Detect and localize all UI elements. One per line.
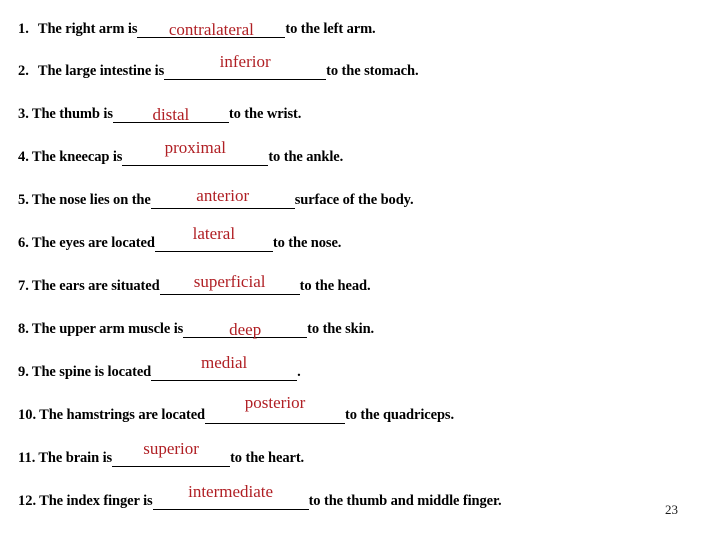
question-prefix-text: The large intestine is xyxy=(37,63,165,79)
question-line: 8. The upper arm muscle is deep to the ski… xyxy=(18,320,374,338)
answer-text: contralateral xyxy=(168,20,254,39)
answer-text: posterior xyxy=(244,393,306,412)
answer-text: medial xyxy=(200,353,248,372)
question-number: 10. xyxy=(18,407,37,423)
answer-blank[interactable]: intermediate xyxy=(152,483,309,510)
question-line: 10. The hamstrings are located posterior t… xyxy=(18,394,454,424)
question-suffix-text: surface of the body. xyxy=(294,192,414,208)
answer-blank[interactable]: anterior xyxy=(150,187,295,209)
question-prefix-text: The spine is located xyxy=(31,364,152,380)
answer-text: proximal xyxy=(164,138,227,157)
question-number: 11. xyxy=(18,450,36,466)
question-suffix-text: to the heart. xyxy=(230,450,305,466)
answer-text: distal xyxy=(152,105,190,124)
question-prefix-text: The ears are situated xyxy=(31,278,160,294)
answer-blank[interactable]: posterior xyxy=(205,394,346,424)
question-prefix-text: The kneecap is xyxy=(31,149,123,165)
question-row: 12. The index finger is intermediate to t… xyxy=(0,476,720,510)
answer-blank[interactable]: superior xyxy=(112,440,231,467)
question-line: 9. The spine is located medial. xyxy=(18,354,301,381)
answer-text: intermediate xyxy=(188,482,274,501)
question-line: 3. The thumb is distal to the wrist. xyxy=(18,105,301,123)
worksheet-page: 1. The right arm is contralateral to the … xyxy=(0,0,720,540)
question-prefix-text: The index finger is xyxy=(39,493,153,509)
answer-text: inferior xyxy=(219,52,271,71)
question-row: 3. The thumb is distal to the wrist. xyxy=(0,89,720,123)
answer-blank[interactable]: inferior xyxy=(164,53,327,80)
question-number: 4. xyxy=(18,149,29,165)
answer-text: superficial xyxy=(193,272,266,291)
question-row: 5. The nose lies on the anterior surface o… xyxy=(0,175,720,209)
question-number: 2. xyxy=(18,63,29,79)
question-number: 1. xyxy=(18,21,29,37)
question-number: 6. xyxy=(18,235,29,251)
question-number: 5. xyxy=(18,192,29,208)
question-prefix-text: The eyes are located xyxy=(31,235,155,251)
question-line: 7. The ears are situated superficial to th… xyxy=(18,273,371,295)
question-suffix-text: to the wrist. xyxy=(228,106,302,122)
answer-text: lateral xyxy=(192,224,236,243)
question-prefix-text: The upper arm muscle is xyxy=(31,321,184,337)
answer-blank[interactable]: proximal xyxy=(122,139,269,166)
answer-blank[interactable]: contralateral xyxy=(137,20,286,39)
answer-blank[interactable]: medial xyxy=(151,354,298,381)
question-suffix-text: to the ankle. xyxy=(268,149,344,165)
question-row: 8. The upper arm muscle is deep to the ski… xyxy=(0,304,720,338)
question-suffix-text: to the stomach. xyxy=(326,63,419,79)
question-row: 10. The hamstrings are located posterior t… xyxy=(0,390,720,424)
page-number: 23 xyxy=(665,502,678,517)
question-prefix-text: The right arm is xyxy=(37,21,138,37)
question-number: 8. xyxy=(18,321,29,337)
answer-blank[interactable]: superficial xyxy=(159,273,300,295)
question-row: 7. The ears are situated superficial to th… xyxy=(0,261,720,295)
question-suffix-text: to the left arm. xyxy=(285,21,376,37)
question-line: 11. The brain is superior to the heart. xyxy=(18,440,305,467)
question-suffix-text: to the quadriceps. xyxy=(345,407,454,423)
question-suffix-text: to the thumb and middle finger. xyxy=(308,493,502,509)
question-prefix-text: The hamstrings are located xyxy=(39,407,206,423)
question-line: 1. The right arm is contralateral to the … xyxy=(18,20,376,38)
question-row: 6. The eyes are located lateral to the nose… xyxy=(0,218,720,252)
question-line: 2. The large intestine is inferior to the… xyxy=(18,53,419,80)
question-row: 4. The kneecap is proximal to the ankle. xyxy=(0,132,720,166)
answer-blank[interactable]: lateral xyxy=(154,225,273,252)
question-suffix-text: to the skin. xyxy=(307,321,375,337)
question-row: 1. The right arm is contralateral to the … xyxy=(0,4,720,38)
question-suffix-text: . xyxy=(297,364,301,380)
question-prefix-text: The nose lies on the xyxy=(31,192,151,208)
question-number: 3. xyxy=(18,106,29,122)
answer-blank[interactable]: distal xyxy=(112,105,229,124)
question-number: 12. xyxy=(18,493,37,509)
question-row: 11. The brain is superior to the heart. xyxy=(0,433,720,467)
question-row: 2. The large intestine is inferior to the… xyxy=(0,46,720,80)
question-line: 4. The kneecap is proximal to the ankle. xyxy=(18,139,344,166)
answer-text: superior xyxy=(143,439,199,458)
question-line: 12. The index finger is intermediate to t… xyxy=(18,483,502,510)
question-prefix-text: The brain is xyxy=(38,450,113,466)
answer-blank[interactable]: deep xyxy=(183,320,308,339)
question-number: 7. xyxy=(18,278,29,294)
question-line: 6. The eyes are located lateral to the nose… xyxy=(18,225,342,252)
question-number: 9. xyxy=(18,364,29,380)
answer-text: deep xyxy=(229,320,262,339)
question-row: 9. The spine is located medial. xyxy=(0,347,720,381)
question-suffix-text: to the head. xyxy=(299,278,371,294)
answer-text: anterior xyxy=(196,186,250,205)
question-prefix-text: The thumb is xyxy=(31,106,113,122)
question-line: 5. The nose lies on the anterior surface o… xyxy=(18,187,414,209)
question-suffix-text: to the nose. xyxy=(272,235,342,251)
